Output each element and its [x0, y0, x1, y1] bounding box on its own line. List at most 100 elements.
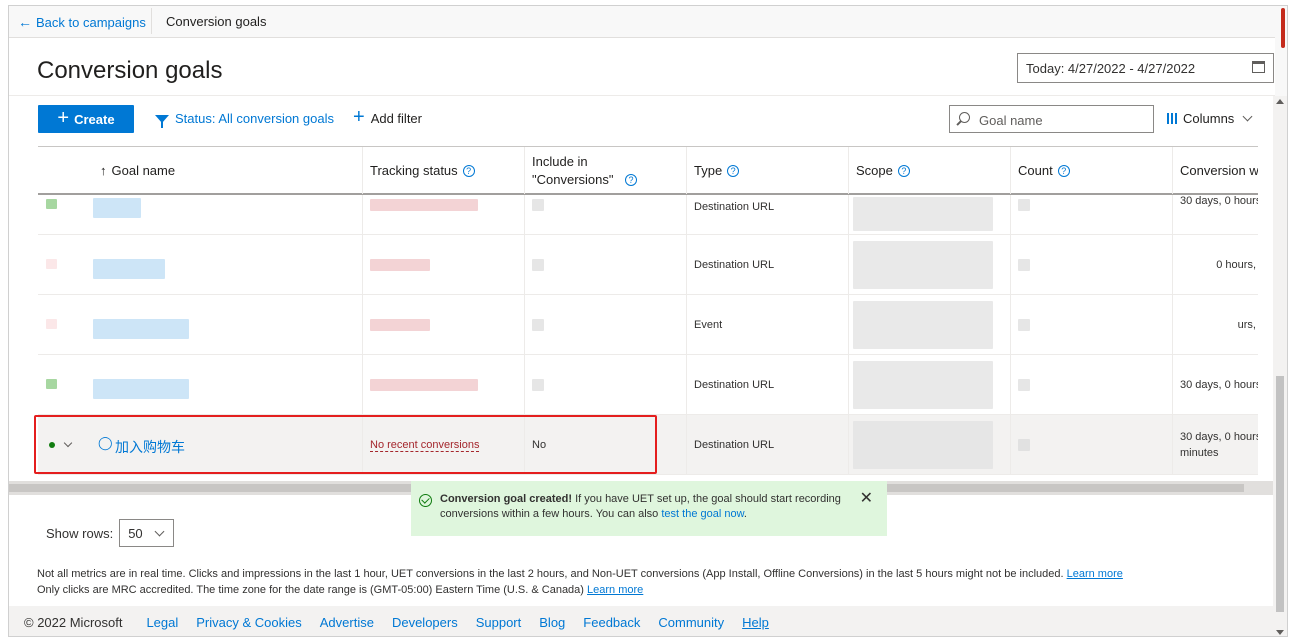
footer-link-help[interactable]: Help	[742, 615, 769, 630]
redacted-value	[370, 379, 478, 391]
include-cell	[524, 195, 686, 235]
success-toast: Conversion goal created! If you have UET…	[411, 481, 887, 536]
type-cell: Destination URL	[686, 235, 848, 295]
redacted-goal-name	[93, 198, 141, 218]
main-content: Conversion goals Today: 4/27/2022 - 4/27…	[9, 38, 1287, 636]
goal-name-link[interactable]: 加入购物车	[115, 437, 185, 457]
help-icon[interactable]: ?	[1057, 164, 1070, 177]
rows-per-page-select[interactable]: 50	[119, 519, 175, 547]
metrics-notes: Not all metrics are in real time. Clicks…	[37, 566, 1123, 598]
redacted-value	[532, 199, 544, 211]
conversion-window-line: 30 days, 0 hours,	[1180, 431, 1258, 443]
help-icon[interactable]: ?	[625, 173, 637, 186]
table-row[interactable]: Destination URL 0 hours,	[38, 235, 1258, 295]
redacted-value	[532, 319, 544, 331]
show-rows-label: Show rows:	[46, 525, 114, 541]
footer-link-legal[interactable]: Legal	[146, 615, 178, 630]
calendar-icon	[1252, 61, 1265, 73]
columns-button[interactable]: Columns	[1167, 111, 1253, 126]
back-to-campaigns-link[interactable]: ← Back to campaigns	[18, 14, 146, 30]
conversion-window-line: minutes	[1180, 447, 1219, 459]
table-row[interactable]: Event urs,	[38, 295, 1258, 355]
add-filter-button[interactable]: + Add filter	[353, 107, 422, 127]
scope-cell	[848, 295, 1010, 355]
columns-icon	[1167, 113, 1177, 124]
type-cell: Destination URL	[686, 355, 848, 415]
test-goal-link[interactable]: test the goal now	[661, 508, 744, 520]
chevron-down-icon[interactable]	[63, 438, 73, 448]
search-icon	[959, 112, 970, 123]
redacted-value	[1018, 439, 1030, 451]
status-filter-button[interactable]: Status: All conversion goals	[155, 111, 334, 128]
type-cell: Event	[686, 295, 848, 355]
help-icon[interactable]: ?	[727, 164, 740, 177]
note-line-2: Only clicks are MRC accredited. The time…	[37, 584, 584, 596]
tracking-status-cell	[362, 295, 524, 355]
app-window: ← Back to campaigns Conversion goals Con…	[8, 5, 1288, 637]
footer-link-privacy[interactable]: Privacy & Cookies	[196, 615, 301, 630]
column-header-scope[interactable]: Scope ?	[848, 147, 1010, 194]
status-dot-icon	[49, 442, 55, 448]
learn-more-link[interactable]: Learn more	[1067, 568, 1123, 580]
redacted-value	[370, 319, 430, 331]
scroll-down-icon[interactable]	[1276, 630, 1284, 635]
footer-link-developers[interactable]: Developers	[392, 615, 458, 630]
redacted-value	[370, 259, 430, 271]
columns-label: Columns	[1183, 111, 1235, 126]
redacted-value	[1018, 259, 1030, 271]
redacted-value	[853, 361, 993, 409]
learn-more-link[interactable]: Learn more	[587, 584, 643, 596]
help-icon[interactable]: ?	[462, 164, 475, 177]
footer-link-advertise[interactable]: Advertise	[320, 615, 374, 630]
rows-per-page-value: 50	[128, 526, 143, 541]
redacted-value	[853, 197, 993, 231]
scrollbar-thumb[interactable]	[1276, 376, 1284, 612]
table-row[interactable]: Destination URL 30 days, 0 hours,	[38, 195, 1258, 235]
vertical-scrollbar[interactable]	[1273, 96, 1287, 636]
create-button[interactable]: + Create	[38, 105, 134, 133]
include-cell	[524, 295, 686, 355]
tracking-status-cell	[362, 355, 524, 415]
table-header: ↑ Goal name Tracking status ? Include in…	[38, 146, 1258, 195]
footer: © 2022 Microsoft Legal Privacy & Cookies…	[9, 606, 1275, 636]
column-header-count[interactable]: Count ?	[1010, 147, 1172, 194]
date-range-picker[interactable]: Today: 4/27/2022 - 4/27/2022	[1017, 53, 1274, 83]
column-header-conversion-window[interactable]: Conversion wi	[1172, 147, 1258, 194]
close-icon[interactable]: ✕	[860, 491, 873, 507]
goal-name-search-input[interactable]: Goal name	[949, 105, 1154, 133]
table-row[interactable]: Destination URL 30 days, 0 hours,	[38, 355, 1258, 415]
status-indicator	[46, 199, 57, 209]
redacted-goal-name	[93, 379, 189, 399]
column-header-goal-name[interactable]: ↑ Goal name	[38, 147, 362, 194]
tracking-status-cell	[362, 235, 524, 295]
column-header-include-in-conversions[interactable]: Include in "Conversions" ?	[524, 147, 686, 194]
divider	[9, 95, 1275, 96]
footer-link-community[interactable]: Community	[658, 615, 724, 630]
column-header-type[interactable]: Type ?	[686, 147, 848, 194]
table-row[interactable]: ◯ 加入购物车 No recent conversions No Destina…	[38, 415, 1258, 475]
redacted-value	[853, 241, 993, 289]
scroll-up-icon[interactable]	[1276, 99, 1284, 104]
note-line-1: Not all metrics are in real time. Clicks…	[37, 568, 1064, 580]
tracking-status-cell: No recent conversions	[362, 415, 524, 475]
footer-link-feedback[interactable]: Feedback	[583, 615, 640, 630]
toast-title: Conversion goal created!	[440, 493, 573, 505]
tracking-status-value[interactable]: No recent conversions	[370, 439, 480, 452]
date-range-value: Today: 4/27/2022 - 4/27/2022	[1026, 61, 1196, 76]
include-cell	[524, 235, 686, 295]
count-cell	[1010, 195, 1172, 235]
count-cell	[1010, 235, 1172, 295]
status-indicator	[46, 259, 57, 269]
status-indicator	[46, 379, 57, 389]
column-header-tracking-status[interactable]: Tracking status ?	[362, 147, 524, 194]
help-icon[interactable]: ?	[897, 164, 910, 177]
scope-cell	[848, 235, 1010, 295]
footer-link-blog[interactable]: Blog	[539, 615, 565, 630]
redacted-value	[1018, 379, 1030, 391]
scope-cell	[848, 415, 1010, 475]
count-cell	[1010, 415, 1172, 475]
count-cell	[1010, 295, 1172, 355]
footer-link-support[interactable]: Support	[476, 615, 522, 630]
column-header-label: Include in "Conversions"	[532, 153, 614, 187]
window-scrollbar-thumb[interactable]	[1281, 8, 1285, 48]
